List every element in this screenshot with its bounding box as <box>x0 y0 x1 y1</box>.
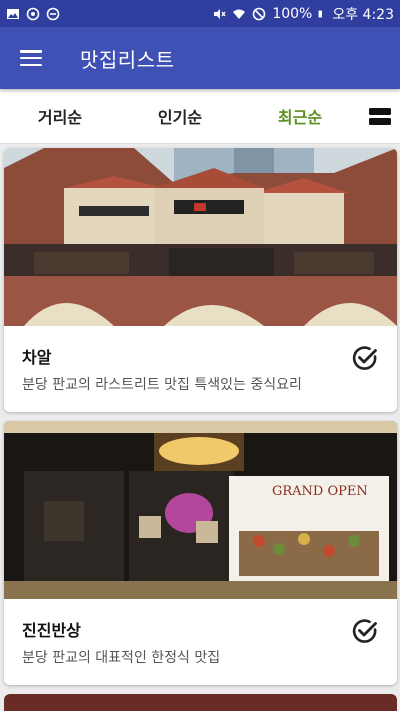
restaurant-card[interactable]: GRAND OPEN 진진반상 분당 판교의 대표적인 한정식 맛집 <box>4 421 397 685</box>
tab-distance[interactable]: 거리순 <box>0 104 120 128</box>
restaurant-photo <box>4 148 397 326</box>
tab-recent[interactable]: 최근순 <box>240 104 360 128</box>
battery-percent: 100% <box>272 5 313 22</box>
restaurant-list: 차알 분당 판교의 라스트리트 맛집 특색있는 중식요리 GRAND OPEN … <box>0 144 400 711</box>
no-signal-icon <box>253 7 266 20</box>
restaurant-description: 분당 판교의 라스트리트 맛집 특색있는 중식요리 <box>22 377 302 393</box>
mute-icon <box>214 8 226 19</box>
card-body: 진진반상 분당 판교의 대표적인 한정식 맛집 <box>4 599 397 685</box>
restaurant-card[interactable]: 차알 분당 판교의 라스트리트 맛집 특색있는 중식요리 <box>4 148 397 412</box>
minus-circle-icon <box>46 7 60 20</box>
restaurant-card-partial[interactable] <box>4 694 397 711</box>
status-right: 100% 오후 4:23 <box>212 4 394 24</box>
tab-popular[interactable]: 인기순 <box>120 104 240 128</box>
restaurant-name: 진진반상 <box>22 621 81 640</box>
sort-tab-bar: 거리순 인기순 최근순 <box>0 89 400 144</box>
restaurant-photo: GRAND OPEN <box>4 421 397 599</box>
check-circle-icon[interactable] <box>351 344 379 372</box>
view-toggle-icon[interactable] <box>360 107 400 125</box>
wifi-icon <box>233 9 246 19</box>
check-circle-icon[interactable] <box>351 617 379 645</box>
status-bar: 100% 오후 4:23 <box>0 0 400 27</box>
card-body: 차알 분당 판교의 라스트리트 맛집 특색있는 중식요리 <box>4 326 397 412</box>
restaurant-description: 분당 판교의 대표적인 한정식 맛집 <box>22 650 221 666</box>
battery-icon <box>318 10 323 17</box>
app-bar: 맛집리스트 <box>0 27 400 89</box>
app-title: 맛집리스트 <box>80 47 175 72</box>
sync-notification-icon <box>26 7 40 20</box>
restaurant-name: 차알 <box>22 348 52 367</box>
status-left <box>6 7 60 21</box>
grand-open-sign: GRAND OPEN <box>272 484 368 499</box>
image-notification-icon <box>7 8 19 19</box>
hamburger-menu-icon[interactable] <box>20 50 42 66</box>
clock: 오후 4:23 <box>332 6 394 23</box>
